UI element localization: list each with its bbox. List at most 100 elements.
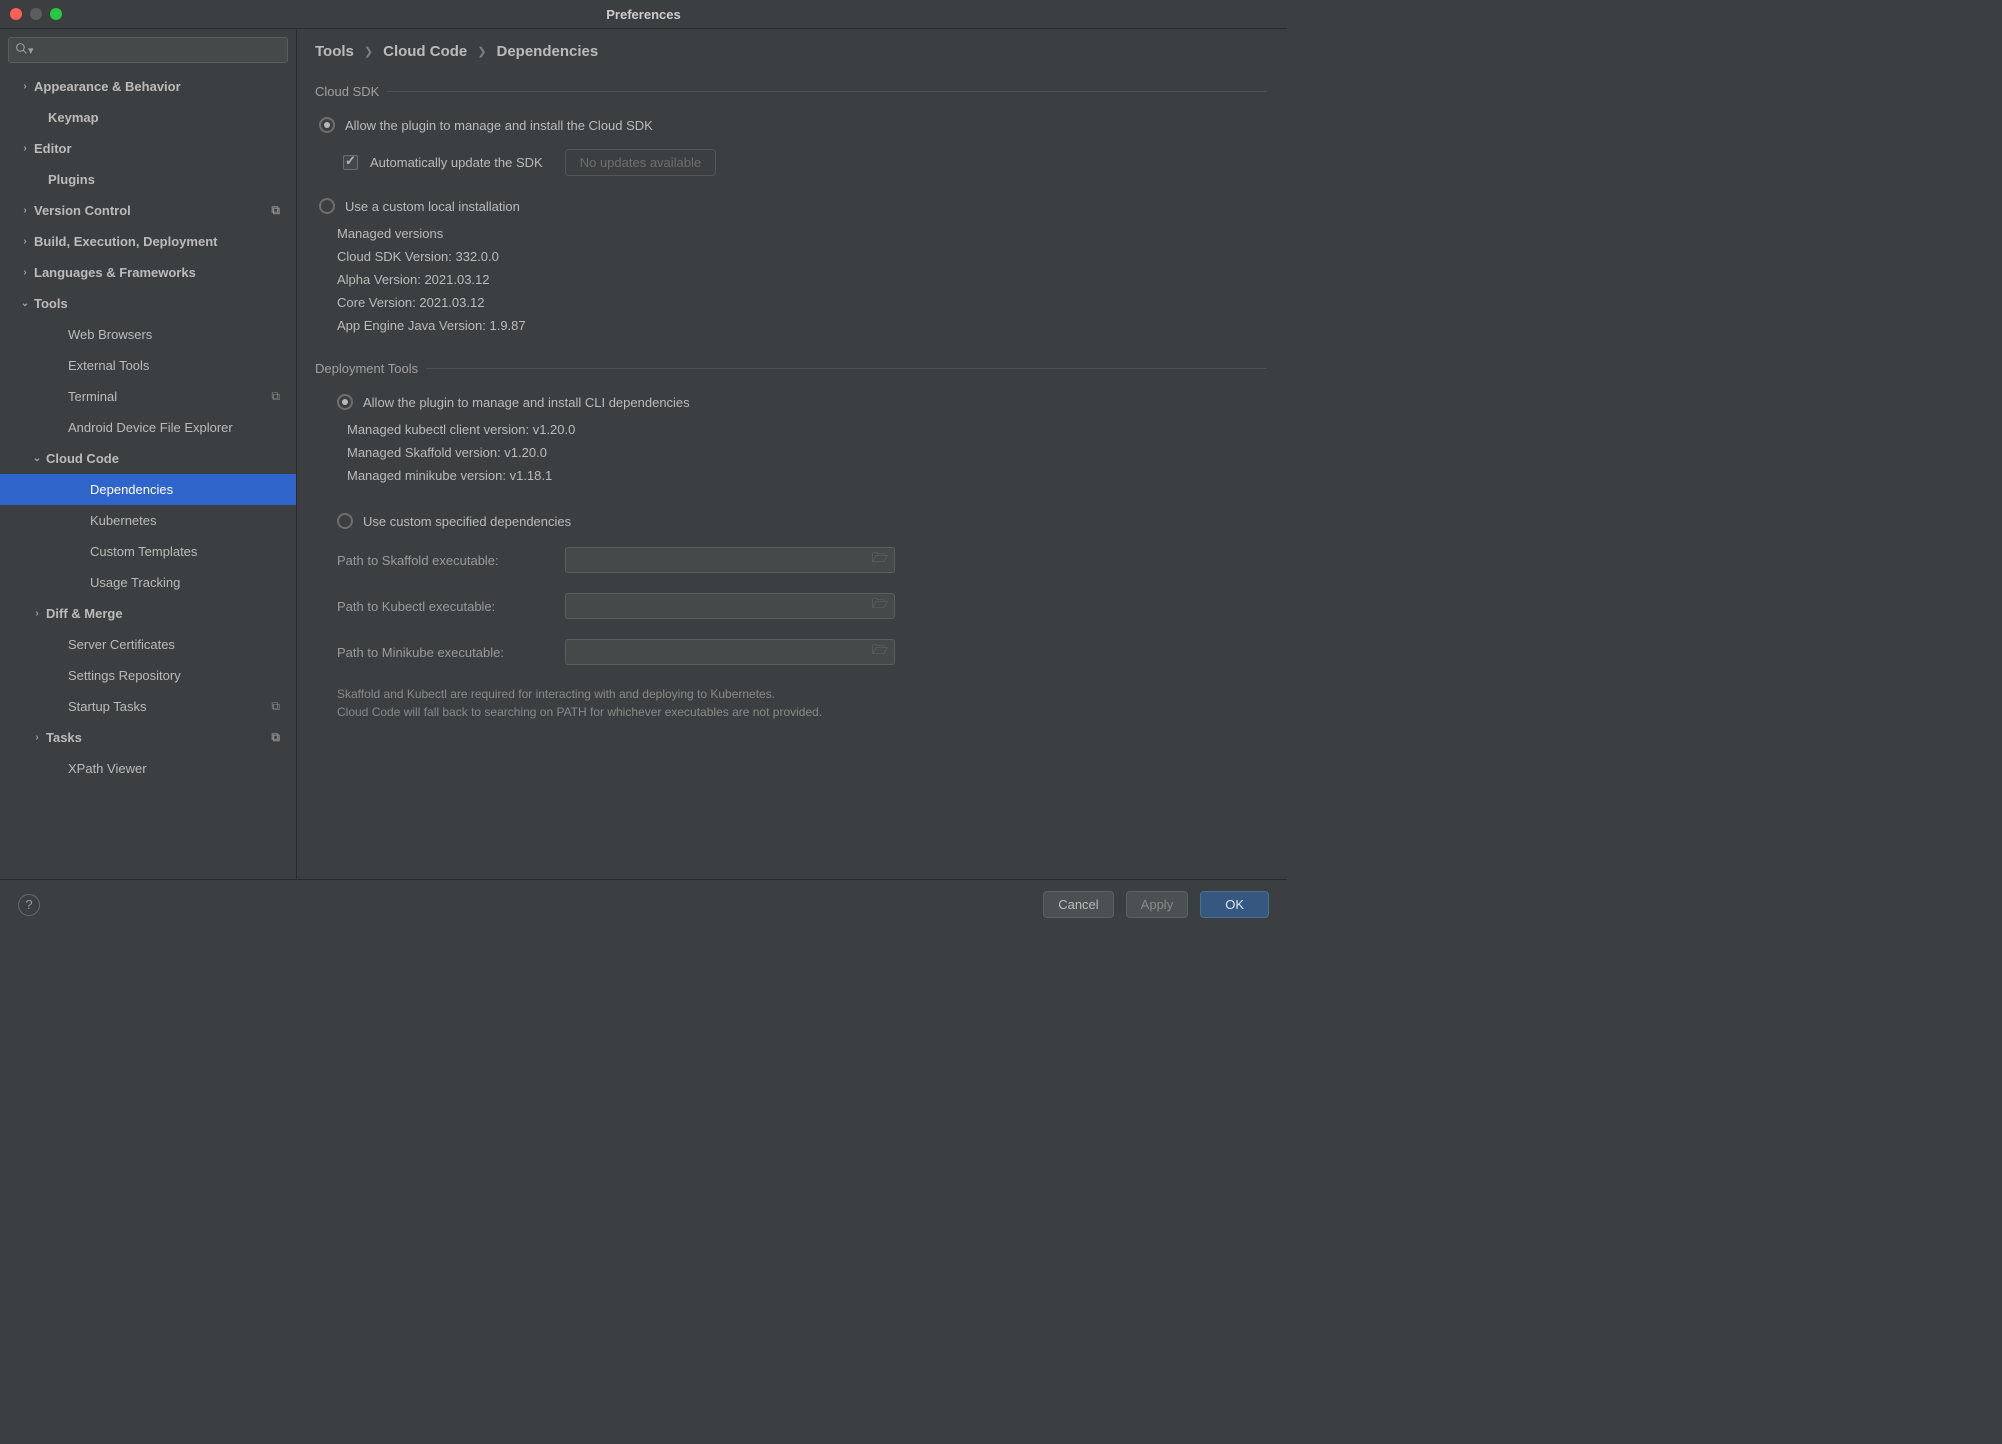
help-button[interactable]: ? — [18, 894, 40, 916]
check-updates-button[interactable]: No updates available — [565, 149, 716, 176]
tree-item-build-execution-deployment[interactable]: ›Build, Execution, Deployment — [0, 226, 296, 257]
info-text: App Engine Java Version: 1.9.87 — [337, 318, 1267, 333]
tree-label: XPath Viewer — [68, 761, 296, 776]
breadcrumb-item[interactable]: Cloud Code — [383, 43, 467, 60]
project-scope-icon: ⧉ — [271, 203, 280, 218]
tree-item-startup-tasks[interactable]: Startup Tasks⧉ — [0, 691, 296, 722]
info-text: Managed minikube version: v1.18.1 — [347, 468, 1267, 483]
sidebar: ▾ ›Appearance & Behavior Keymap›Editor P… — [0, 29, 297, 879]
tree-item-xpath-viewer[interactable]: XPath Viewer — [0, 753, 296, 784]
chevron-down-icon: ⌄ — [18, 298, 32, 309]
tree-item-tools[interactable]: ⌄Tools — [0, 288, 296, 319]
tree-label: Diff & Merge — [46, 606, 296, 621]
ok-button[interactable]: OK — [1200, 891, 1269, 918]
main-panel: Tools ❯ Cloud Code ❯ Dependencies Cloud … — [297, 29, 1287, 879]
tree-item-version-control[interactable]: ›Version Control⧉ — [0, 195, 296, 226]
tree-item-dependencies[interactable]: Dependencies — [0, 474, 296, 505]
chevron-right-icon: › — [30, 608, 44, 619]
project-scope-icon: ⧉ — [271, 699, 280, 714]
section-cloud-sdk: Cloud SDK — [315, 84, 1267, 99]
chevron-right-icon: › — [30, 732, 44, 743]
tree-item-cloud-code[interactable]: ⌄Cloud Code — [0, 443, 296, 474]
cancel-button[interactable]: Cancel — [1043, 891, 1113, 918]
skaffold-path-input[interactable]: 🗁 — [565, 547, 895, 573]
info-text: Managed Skaffold version: v1.20.0 — [347, 445, 1267, 460]
apply-button[interactable]: Apply — [1126, 891, 1189, 918]
tree-item-kubernetes[interactable]: Kubernetes — [0, 505, 296, 536]
radio-label: Use custom specified dependencies — [363, 514, 571, 529]
tree-label: Startup Tasks — [68, 699, 271, 714]
chevron-right-icon: ❯ — [364, 45, 373, 58]
tree-label: External Tools — [68, 358, 296, 373]
tree-label: Android Device File Explorer — [68, 420, 296, 435]
breadcrumb: Tools ❯ Cloud Code ❯ Dependencies — [315, 43, 1267, 60]
tree-label: Plugins — [48, 172, 296, 187]
tree-label: Build, Execution, Deployment — [34, 234, 296, 249]
window-title: Preferences — [0, 7, 1287, 22]
chevron-right-icon: › — [18, 205, 32, 216]
tree-item-usage-tracking[interactable]: Usage Tracking — [0, 567, 296, 598]
section-deployment: Deployment Tools — [315, 361, 1267, 376]
path-label: Path to Skaffold executable: — [337, 553, 547, 568]
tree-item-diff-merge[interactable]: ›Diff & Merge — [0, 598, 296, 629]
info-text: Managed versions — [337, 226, 1267, 241]
tree-item-settings-repository[interactable]: Settings Repository — [0, 660, 296, 691]
radio-label: Allow the plugin to manage and install t… — [345, 118, 653, 133]
folder-icon[interactable]: 🗁 — [872, 641, 888, 663]
kubectl-path-input[interactable]: 🗁 — [565, 593, 895, 619]
tree-label: Cloud Code — [46, 451, 296, 466]
chevron-right-icon: › — [18, 236, 32, 247]
checkbox-label: Automatically update the SDK — [370, 155, 543, 170]
tree-item-android-device-file-explorer[interactable]: Android Device File Explorer — [0, 412, 296, 443]
tree-item-external-tools[interactable]: External Tools — [0, 350, 296, 381]
folder-icon[interactable]: 🗁 — [872, 549, 888, 571]
tree-label: Languages & Frameworks — [34, 265, 296, 280]
tree-label: Tasks — [46, 730, 271, 745]
search-input[interactable]: ▾ — [8, 37, 288, 63]
tree-item-editor[interactable]: ›Editor — [0, 133, 296, 164]
breadcrumb-item[interactable]: Tools — [315, 43, 354, 60]
minikube-path-input[interactable]: 🗁 — [565, 639, 895, 665]
chevron-right-icon: ❯ — [477, 45, 486, 58]
section-title: Deployment Tools — [315, 361, 418, 376]
info-text: Cloud SDK Version: 332.0.0 — [337, 249, 1267, 264]
tree-item-plugins[interactable]: Plugins — [0, 164, 296, 195]
tree-item-keymap[interactable]: Keymap — [0, 102, 296, 133]
tree-item-tasks[interactable]: ›Tasks⧉ — [0, 722, 296, 753]
info-text: Managed kubectl client version: v1.20.0 — [347, 422, 1267, 437]
section-title: Cloud SDK — [315, 84, 379, 99]
path-label: Path to Minikube executable: — [337, 645, 547, 660]
tree-label: Web Browsers — [68, 327, 296, 342]
radio-custom-sdk[interactable] — [319, 198, 335, 214]
tree-label: Tools — [34, 296, 296, 311]
note-text: Skaffold and Kubectl are required for in… — [337, 685, 1267, 721]
tree-item-terminal[interactable]: Terminal⧉ — [0, 381, 296, 412]
chevron-down-icon: ⌄ — [30, 453, 44, 464]
tree-label: Server Certificates — [68, 637, 296, 652]
tree-item-custom-templates[interactable]: Custom Templates — [0, 536, 296, 567]
checkbox-auto-update[interactable] — [343, 155, 358, 170]
path-label: Path to Kubectl executable: — [337, 599, 547, 614]
titlebar: Preferences — [0, 0, 1287, 28]
settings-tree: ›Appearance & Behavior Keymap›Editor Plu… — [0, 71, 296, 879]
project-scope-icon: ⧉ — [271, 389, 280, 404]
tree-item-appearance-behavior[interactable]: ›Appearance & Behavior — [0, 71, 296, 102]
tree-item-languages-frameworks[interactable]: ›Languages & Frameworks — [0, 257, 296, 288]
tree-label: Settings Repository — [68, 668, 296, 683]
radio-manage-sdk[interactable] — [319, 117, 335, 133]
radio-manage-cli[interactable] — [337, 394, 353, 410]
tree-item-server-certificates[interactable]: Server Certificates — [0, 629, 296, 660]
chevron-right-icon: › — [18, 267, 32, 278]
chevron-right-icon: › — [18, 143, 32, 154]
tree-item-web-browsers[interactable]: Web Browsers — [0, 319, 296, 350]
tree-label: Custom Templates — [90, 544, 296, 559]
tree-label: Usage Tracking — [90, 575, 296, 590]
tree-label: Version Control — [34, 203, 271, 218]
folder-icon[interactable]: 🗁 — [872, 595, 888, 617]
tree-label: Dependencies — [90, 482, 296, 497]
info-text: Core Version: 2021.03.12 — [337, 295, 1267, 310]
radio-custom-cli[interactable] — [337, 513, 353, 529]
tree-label: Editor — [34, 141, 296, 156]
tree-label: Terminal — [68, 389, 271, 404]
tree-label: Appearance & Behavior — [34, 79, 296, 94]
